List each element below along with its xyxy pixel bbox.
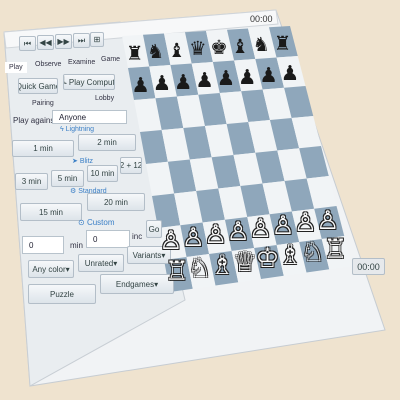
board-icon[interactable]: ⊞: [90, 32, 104, 47]
chess-piece[interactable]: ♙: [159, 226, 182, 256]
blitz-5min-label: 5 min: [57, 174, 78, 183]
chess-piece[interactable]: ♚: [210, 33, 227, 63]
rated-dropdown-label: Unrated: [84, 258, 114, 268]
endgames-button[interactable]: Endgames ▾: [100, 274, 174, 294]
skip-back-icon[interactable]: ⏮: [19, 36, 36, 51]
chess-piece[interactable]: ♝: [168, 36, 185, 66]
chess-piece[interactable]: ♘: [301, 238, 325, 268]
app-window: 00:00 ⏮ ◀◀ ▶▶ ⏭ ⊞ Play Observe Examine G…: [0, 0, 400, 400]
computer-icon: 🖳: [64, 75, 67, 89]
puzzle-label: Puzzle: [49, 289, 74, 299]
chess-piece[interactable]: ♟: [195, 65, 213, 95]
standard-15min-button[interactable]: 15 min: [20, 203, 82, 221]
blitz-2plus12-label: 2 + 12: [120, 161, 142, 170]
chess-piece[interactable]: ♟: [217, 63, 235, 93]
bottom-clock-value: 00:00: [357, 261, 380, 272]
chess-piece[interactable]: ♖: [165, 256, 189, 287]
custom-heading: ⊙ Custom: [78, 218, 115, 227]
lightning-label: Lightning: [65, 126, 95, 133]
standard-icon: ⚙: [70, 188, 79, 195]
chess-piece[interactable]: ♗: [278, 241, 302, 271]
chess-piece[interactable]: ♜: [274, 29, 291, 59]
custom-min-input[interactable]: 0: [22, 236, 64, 254]
chess-piece[interactable]: ♖: [323, 235, 347, 265]
custom-min-value: 0: [29, 240, 34, 250]
standard-20min-button[interactable]: 20 min: [87, 193, 145, 211]
tab-examine[interactable]: Examine: [68, 59, 95, 66]
chevron-down-icon: ▾: [65, 264, 70, 274]
skip-forward-icon[interactable]: ⏭: [73, 33, 90, 48]
play-against-select[interactable]: Anyone: [52, 110, 127, 124]
step-back-icon[interactable]: ◀◀: [37, 35, 54, 50]
blitz-heading: ➤ Blitz: [72, 157, 93, 165]
custom-inc-input[interactable]: 0: [86, 230, 130, 248]
chess-piece[interactable]: ♙: [227, 217, 250, 247]
color-dropdown-label: Any color: [32, 264, 66, 274]
chess-piece[interactable]: ♝: [231, 32, 248, 62]
step-forward-icon[interactable]: ▶▶: [55, 34, 72, 49]
blitz-icon: ➤: [72, 158, 80, 165]
puzzle-button[interactable]: Puzzle: [28, 284, 96, 304]
chess-piece[interactable]: ♔: [255, 244, 279, 274]
chevron-down-icon: ▾: [113, 258, 118, 268]
chess-piece[interactable]: ♟: [153, 68, 171, 98]
blitz-3min-button[interactable]: 3 min: [15, 173, 48, 190]
chess-piece[interactable]: ♜: [126, 39, 143, 69]
blitz-10min-label: 10 min: [90, 169, 115, 178]
custom-inc-label: inc: [132, 232, 143, 241]
chess-piece[interactable]: ♕: [233, 247, 257, 278]
play-computer-label: Play Computer: [68, 77, 115, 87]
chess-piece[interactable]: ♞: [252, 30, 269, 60]
chess-piece[interactable]: ♘: [188, 253, 212, 284]
tab-lobby[interactable]: Lobby: [95, 95, 114, 102]
tab-play[interactable]: Play: [5, 62, 27, 73]
color-dropdown[interactable]: Any color ▾: [28, 260, 74, 278]
endgames-label: Endgames: [115, 279, 155, 289]
blitz-label: Blitz: [79, 158, 94, 165]
blitz-10min-button[interactable]: 10 min: [87, 165, 118, 182]
play-against-value: Anyone: [59, 112, 87, 122]
chess-piece[interactable]: ♗: [210, 250, 234, 281]
blitz-3min-label: 3 min: [21, 177, 42, 186]
chess-piece[interactable]: ♙: [316, 206, 339, 236]
play-computer-button[interactable]: 🖳 Play Computer: [63, 74, 115, 90]
tab-game[interactable]: Game: [101, 56, 120, 63]
custom-min-label: min: [70, 241, 83, 250]
lightning-heading: ϟ Lightning: [60, 126, 94, 133]
standard-15min-label: 15 min: [38, 207, 63, 217]
chess-piece[interactable]: ♞: [147, 37, 164, 67]
custom-go-label: Go: [148, 224, 160, 234]
top-clock: 00:00: [250, 14, 273, 24]
rated-dropdown[interactable]: Unrated ▾: [78, 254, 124, 272]
lightning-2min-button[interactable]: 2 min: [78, 134, 136, 151]
quick-game-label: Quick Game: [19, 81, 57, 91]
lightning-1min-button[interactable]: 1 min: [12, 140, 74, 157]
tab-pairing[interactable]: Pairing: [32, 100, 54, 107]
chess-piece[interactable]: ♙: [249, 214, 272, 244]
chess-piece[interactable]: ♙: [182, 223, 205, 253]
custom-icon: ⊙: [78, 218, 87, 227]
chess-piece[interactable]: ♙: [271, 211, 294, 241]
lightning-2min-label: 2 min: [97, 138, 117, 147]
quick-game-button[interactable]: Quick Game: [18, 78, 58, 94]
chess-piece[interactable]: ♟: [174, 67, 192, 97]
custom-label: Custom: [86, 218, 115, 227]
standard-20min-label: 20 min: [103, 197, 128, 207]
chess-piece[interactable]: ♟: [259, 60, 277, 90]
chess-piece[interactable]: ♙: [204, 220, 227, 250]
chess-piece[interactable]: ♛: [189, 34, 206, 64]
chevron-down-icon: ▾: [154, 279, 159, 289]
play-against-label: Play against: [13, 116, 57, 125]
chess-piece[interactable]: ♟: [281, 58, 299, 88]
tab-observe[interactable]: Observe: [35, 61, 61, 68]
chess-piece[interactable]: ♙: [294, 208, 317, 238]
chess-piece[interactable]: ♟: [238, 62, 256, 92]
blitz-2plus12-button[interactable]: 2 + 12: [120, 157, 142, 174]
variants-dropdown-label: Variants: [132, 250, 162, 260]
blitz-5min-button[interactable]: 5 min: [51, 170, 84, 187]
lightning-1min-label: 1 min: [33, 144, 53, 153]
custom-inc-value: 0: [93, 234, 98, 244]
bottom-clock: 00:00: [352, 258, 385, 275]
chess-piece[interactable]: ♟: [131, 70, 149, 100]
